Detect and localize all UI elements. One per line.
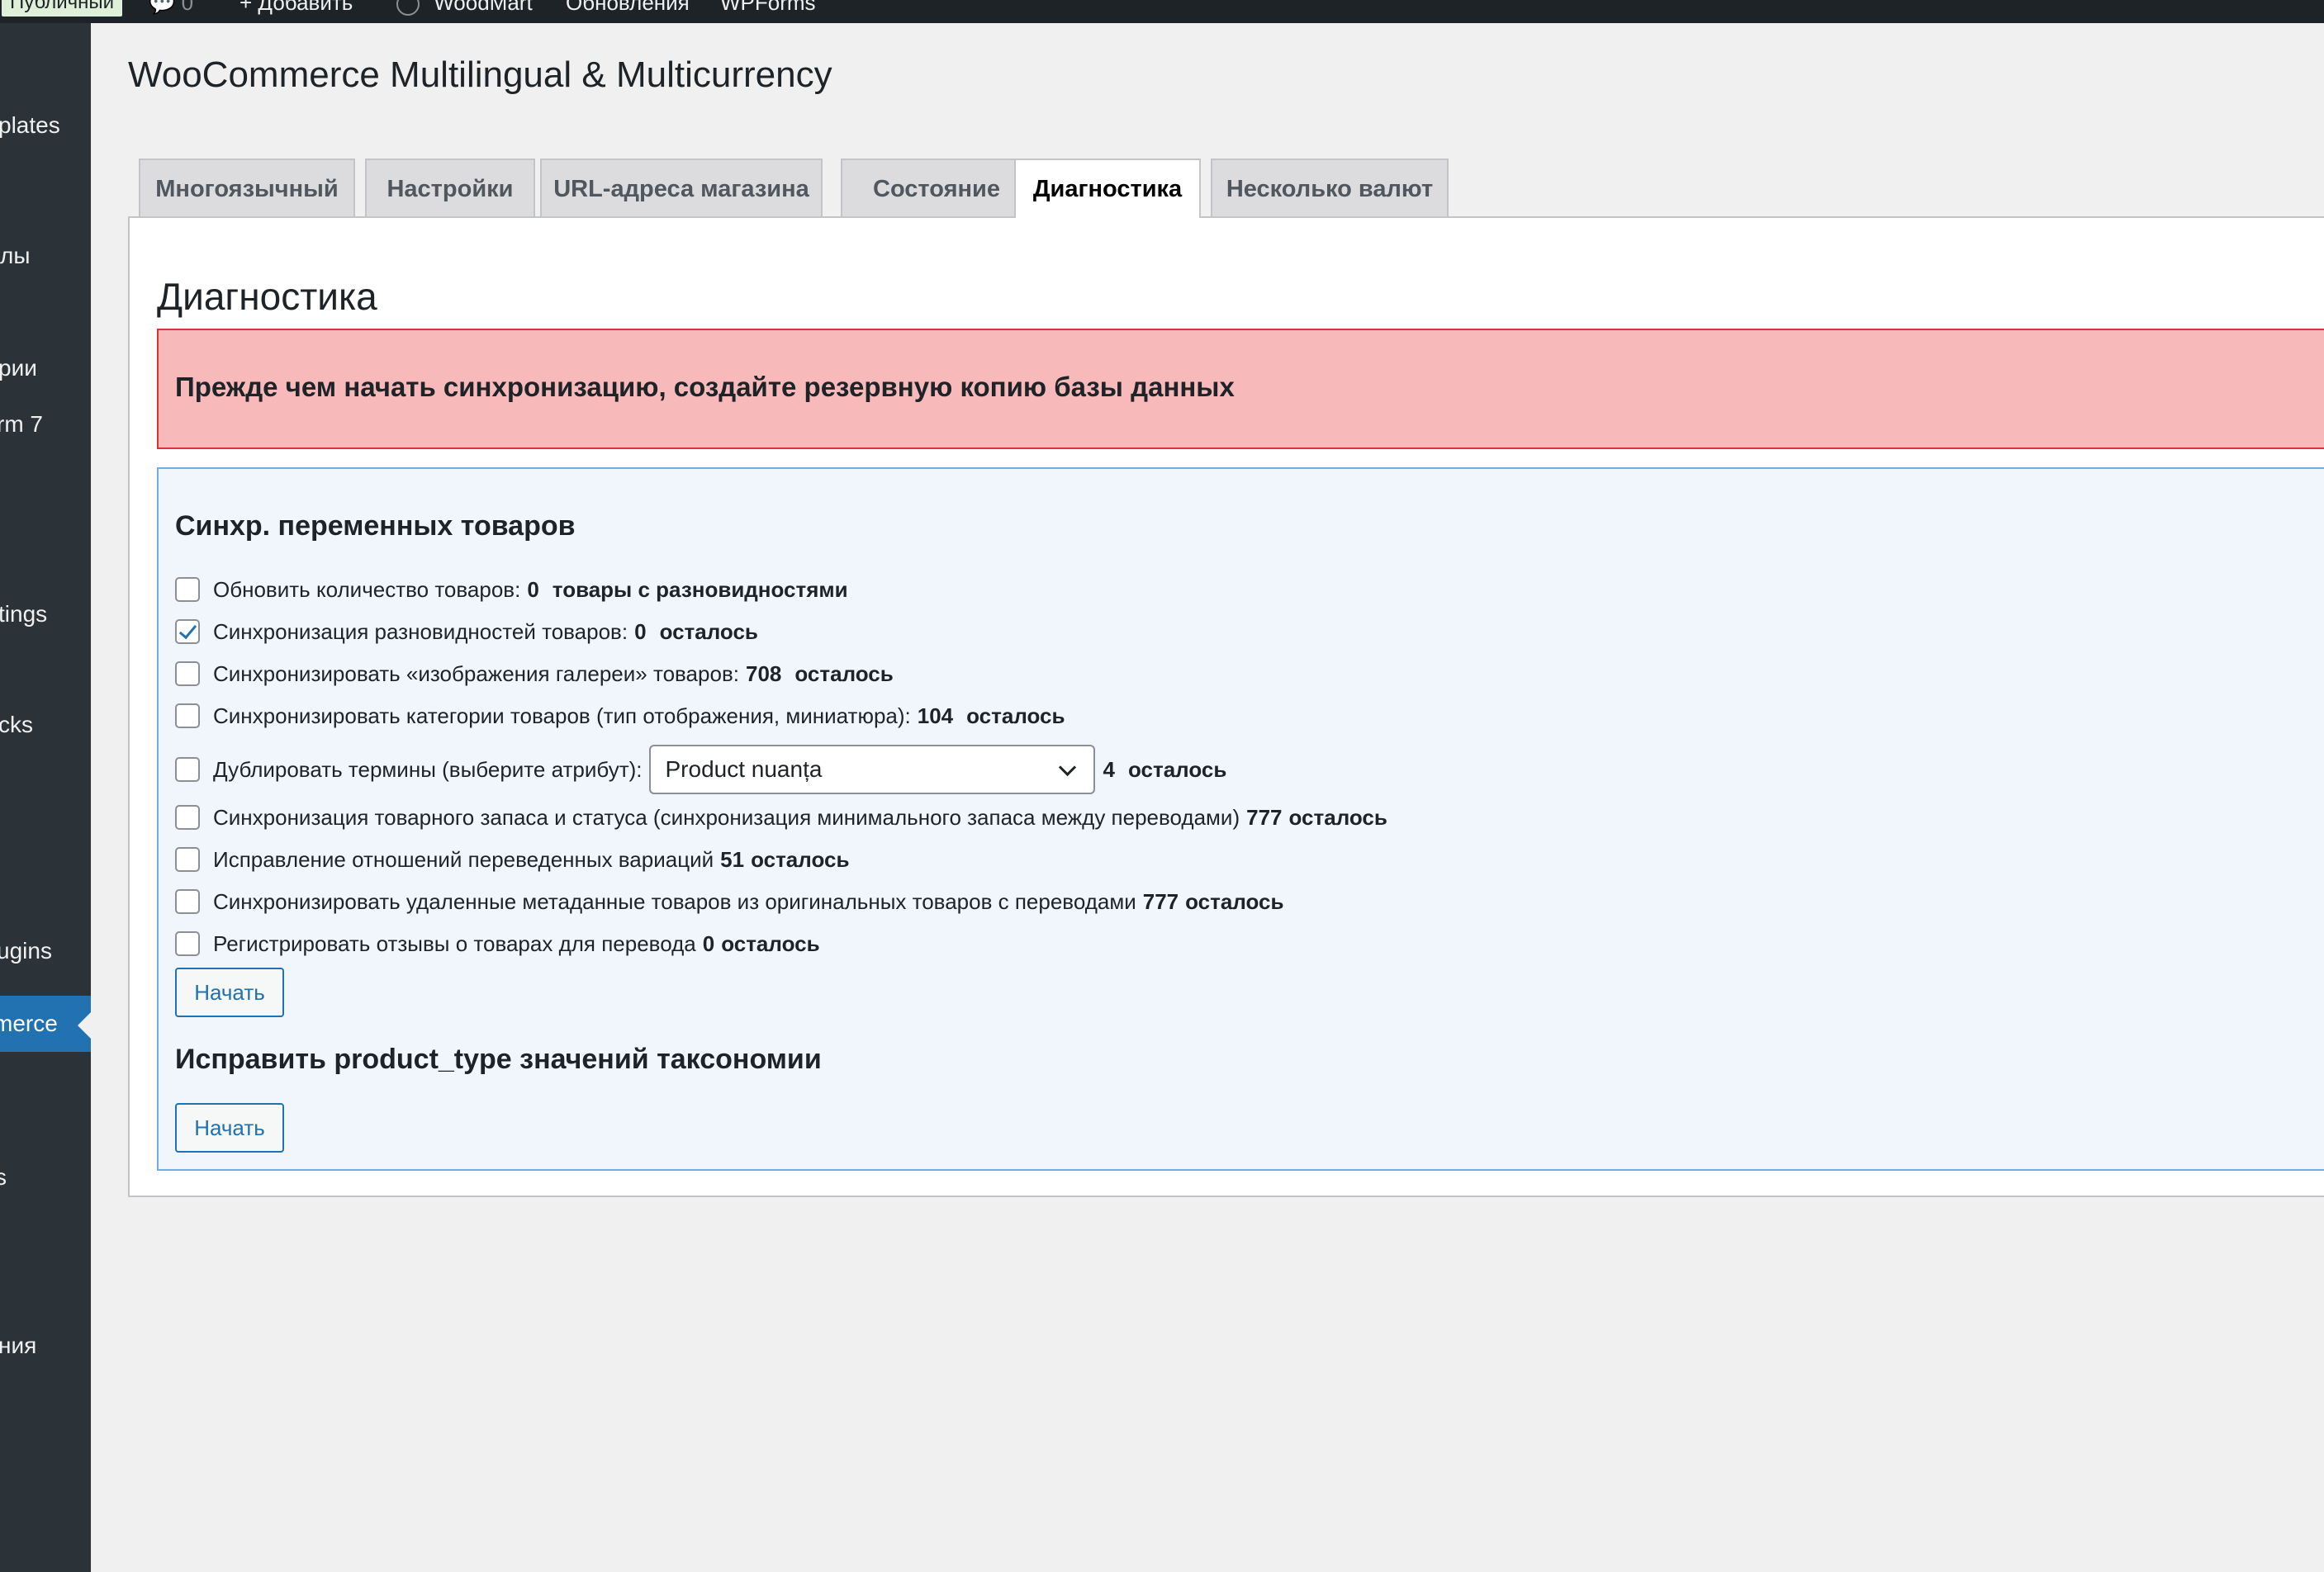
sync-option-label: Синхронизировать «изображения галереи» т…: [213, 661, 739, 686]
sync-option-checkbox[interactable]: [175, 931, 200, 957]
tab-multilingual[interactable]: Многоязычный: [139, 159, 355, 216]
sidebar-item-woocommerce[interactable]: merce: [0, 996, 91, 1052]
sidebar-item-files[interactable]: лы: [0, 239, 30, 272]
sync-option-label: Синхронизация разновидностей товаров:: [213, 619, 628, 644]
sync-option-value: 708: [745, 661, 782, 686]
attribute-select-value: Product nuanța: [665, 756, 823, 782]
start-sync-button[interactable]: Начать: [175, 968, 284, 1017]
tab-store-urls[interactable]: URL-адреса магазина: [540, 159, 823, 216]
woodmart-label: WoodMart: [434, 0, 533, 15]
chevron-down-icon: [1058, 758, 1076, 777]
comments-count: 0: [181, 0, 194, 15]
sync-option-value: 777: [1246, 805, 1283, 830]
sync-option-suffix: товары с разновидностями: [552, 577, 848, 602]
sync-option-checkbox[interactable]: [175, 847, 200, 873]
sidebar-item-woocommerce-label: merce: [0, 1011, 58, 1036]
sidebar-item-plugins[interactable]: ugins: [0, 935, 52, 968]
admin-sidebar: plates лы рии rm 7 tings cks ugins merce…: [0, 23, 91, 1572]
sync-option-checkbox[interactable]: [175, 757, 200, 782]
sync-option-row: Синхронизировать категории товаров (тип …: [175, 699, 1065, 732]
sync-option-label: Обновить количество товаров:: [213, 577, 521, 602]
sync-option-row: Регистрировать отзывы о товарах для пере…: [175, 927, 820, 960]
sync-option-value: 104: [917, 703, 954, 728]
sync-option-row: Синхронизация разновидностей товаров: 0 ос…: [175, 615, 758, 648]
sync-option-value: 0: [634, 619, 647, 644]
sync-option-row: Синхронизация товарного запаса и статуса…: [175, 801, 1387, 834]
sync-option-value: 0: [527, 577, 539, 602]
sync-option-value: 0: [702, 931, 715, 956]
sidebar-item-settings[interactable]: tings: [0, 598, 47, 631]
site-status-badge[interactable]: Публичный: [2, 0, 123, 17]
attribute-select[interactable]: Product nuanța: [648, 745, 1095, 794]
sync-variable-title: Синхр. переменных товаров: [175, 510, 576, 542]
sync-option-label: Исправление отношений переведенных вариа…: [213, 847, 714, 872]
sidebar-item-blocks[interactable]: cks: [0, 708, 33, 741]
sync-option-value: 51: [720, 847, 745, 872]
woodmart-icon: [396, 0, 420, 17]
fix-taxonomy-title: Исправить product_type значений таксоном…: [175, 1044, 822, 1075]
add-new-label: Добавить: [258, 0, 353, 15]
woodmart-link[interactable]: WoodMart: [396, 0, 533, 17]
sync-option-suffix: осталось: [794, 661, 894, 686]
sync-option-suffix: осталось: [1127, 756, 1227, 782]
tab-settings[interactable]: Настройки: [365, 159, 535, 216]
current-menu-arrow-icon: [78, 1012, 91, 1039]
tab-multi-currency[interactable]: Несколько валют: [1211, 159, 1449, 216]
sync-option-checkbox[interactable]: [175, 577, 200, 603]
sync-option-checkbox[interactable]: [175, 805, 200, 831]
wpforms-link[interactable]: WPForms: [720, 0, 816, 17]
sync-option-value: 4: [1103, 756, 1115, 782]
app-root: Публичный 💬 0 + Добавить WoodMart Обновл…: [0, 0, 2324, 1572]
add-new-link[interactable]: + Добавить: [240, 0, 353, 17]
sync-option-checkbox[interactable]: [175, 889, 200, 915]
sync-option-row: Синхронизировать «изображения галереи» т…: [175, 657, 894, 690]
sync-option-label: Дублировать термины (выберите атрибут):: [213, 756, 643, 782]
tab-diagnostics[interactable]: Диагностика: [1014, 159, 1201, 218]
sync-option-checkbox[interactable]: [175, 703, 200, 729]
comments-link[interactable]: 💬 0: [149, 0, 193, 17]
sidebar-item-s[interactable]: s: [0, 1161, 7, 1194]
sync-option-suffix: осталось: [721, 931, 820, 956]
sync-option-suffix: осталось: [659, 619, 758, 644]
sync-option-label: Регистрировать отзывы о товарах для пере…: [213, 931, 696, 956]
sync-option-row: Дублировать термины (выберите атрибут): P…: [175, 745, 1227, 794]
plus-icon: +: [240, 0, 258, 15]
sidebar-item-comments[interactable]: рии: [0, 352, 37, 385]
sync-option-label: Синхронизация товарного запаса и статуса…: [213, 805, 1240, 830]
admin-bar: Публичный 💬 0 + Добавить WoodMart Обновл…: [0, 0, 2324, 23]
sidebar-item-settings-2[interactable]: ния: [0, 1329, 36, 1362]
section-title: Диагностика: [157, 275, 377, 318]
sync-option-checkbox[interactable]: [175, 619, 200, 645]
sync-option-row: Обновить количество товаров: 0 товары с ра…: [175, 573, 848, 606]
backup-warning-text: Прежде чем начать синхронизацию, создайт…: [175, 372, 1235, 402]
page-title: WooCommerce Multilingual & Multicurrency: [128, 54, 832, 95]
sync-option-checkbox[interactable]: [175, 661, 200, 687]
updates-link[interactable]: Обновления: [566, 0, 690, 17]
sync-option-value: 777: [1142, 889, 1179, 914]
sync-option-suffix: осталось: [751, 847, 850, 872]
sidebar-item-contact-form-7[interactable]: rm 7: [0, 408, 43, 441]
sync-option-row: Исправление отношений переведенных вариа…: [175, 843, 849, 876]
sidebar-item-templates[interactable]: plates: [0, 109, 60, 142]
sync-option-suffix: осталось: [1288, 805, 1387, 830]
tab-status[interactable]: Состояние: [841, 159, 1032, 216]
sync-option-suffix: осталось: [1185, 889, 1284, 914]
comment-bubble-icon: 💬: [149, 0, 176, 15]
sync-option-row: Синхронизировать удаленные метаданные то…: [175, 885, 1283, 918]
start-fix-taxonomy-button[interactable]: Начать: [175, 1103, 284, 1153]
sync-option-label: Синхронизировать удаленные метаданные то…: [213, 889, 1136, 914]
sync-option-label: Синхронизировать категории товаров (тип …: [213, 703, 911, 728]
sync-option-suffix: осталось: [966, 703, 1065, 728]
